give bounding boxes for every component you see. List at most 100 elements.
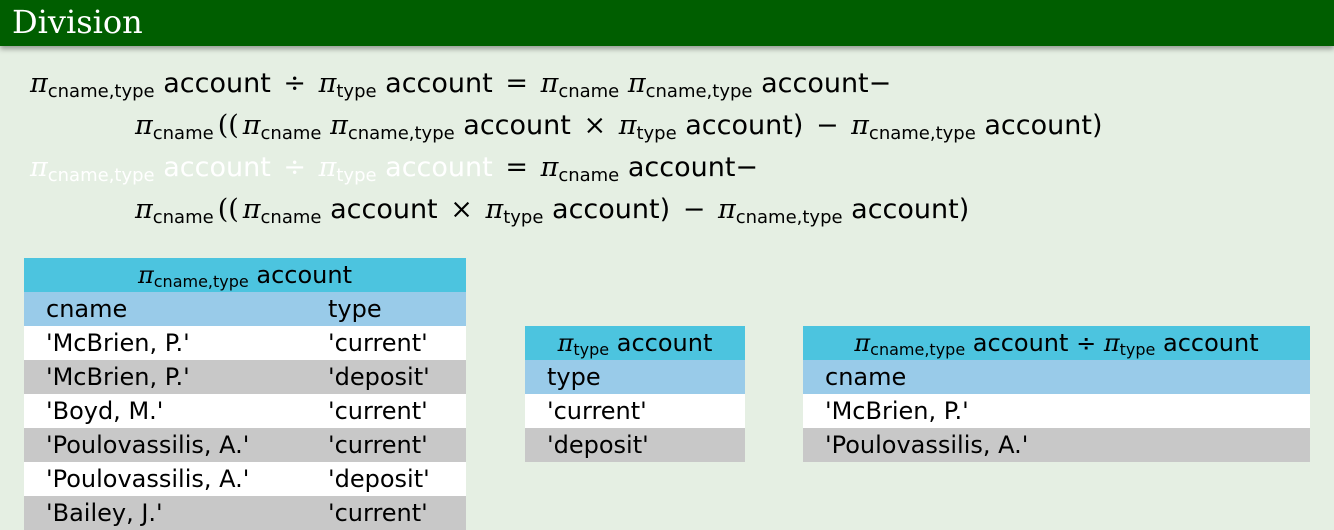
subscript: cname,type xyxy=(153,272,249,291)
division-operator: ÷ xyxy=(283,152,307,183)
pi-symbol: π xyxy=(330,110,348,141)
cell-type: 'current' xyxy=(306,496,466,530)
table-header: πcname,type account ÷ πtype account xyxy=(803,326,1310,360)
relation-name: account xyxy=(256,261,353,289)
subscript: type xyxy=(636,123,677,144)
relation-name: account) xyxy=(851,194,970,225)
subscript: cname xyxy=(558,165,620,186)
subscript: cname xyxy=(152,207,214,228)
relation-name: account xyxy=(616,329,713,357)
relation-name: account xyxy=(330,194,438,225)
table-row: 'Bailey, J.' 'current' xyxy=(24,496,466,530)
relation-name: account xyxy=(972,329,1069,357)
subscript: cname,type xyxy=(868,123,976,144)
cell-type: 'current' xyxy=(306,326,466,360)
table-row: 'current' xyxy=(525,394,745,428)
table-type-projection: πtype account type 'current' 'deposit' xyxy=(525,326,745,462)
cell-cname: 'McBrien, P.' xyxy=(24,326,306,360)
pi-symbol: π xyxy=(30,152,48,183)
pi-symbol: π xyxy=(557,329,574,357)
table-row: 'Poulovassilis, A.' 'deposit' xyxy=(24,462,466,496)
cell-type: 'current' xyxy=(525,394,745,428)
cell-type: 'current' xyxy=(306,394,466,428)
pi-symbol: π xyxy=(627,68,646,99)
pi-symbol: π xyxy=(135,194,153,225)
pi-symbol: π xyxy=(485,194,504,225)
table-row: 'Poulovassilis, A.' xyxy=(803,428,1310,462)
relation-name: account xyxy=(163,152,271,183)
product-operator: × xyxy=(583,110,607,141)
table-header: πtype account xyxy=(525,326,745,360)
table-row: 'McBrien, P.' 'deposit' xyxy=(24,360,466,394)
equals-operator: = xyxy=(505,68,528,99)
table-row: 'Boyd, M.' 'current' xyxy=(24,394,466,428)
product-operator: × xyxy=(450,194,473,225)
relation-name: account) xyxy=(685,110,804,141)
relation-name: account− xyxy=(627,152,759,183)
equation-line-2: πcname((πcname πcname,type account × πty… xyxy=(135,108,1103,144)
relation-name: account) xyxy=(552,194,671,225)
pi-symbol: π xyxy=(1103,329,1120,357)
pi-symbol: π xyxy=(135,110,153,141)
pi-symbol: π xyxy=(30,68,48,99)
pi-symbol: π xyxy=(854,329,871,357)
subscript: cname xyxy=(260,123,322,144)
column-header-type: type xyxy=(306,292,466,326)
pi-symbol: π xyxy=(137,261,154,289)
division-operator: ÷ xyxy=(283,68,307,99)
cell-type: 'current' xyxy=(306,428,466,462)
subscript: cname,type xyxy=(47,165,155,186)
table-header: πcname,type account xyxy=(24,258,466,292)
cell-cname: 'Boyd, M.' xyxy=(24,394,306,428)
pi-symbol: π xyxy=(540,68,559,99)
subscript: cname xyxy=(260,207,322,228)
table-row: 'McBrien, P.' 'current' xyxy=(24,326,466,360)
cell-cname: 'Poulovassilis, A.' xyxy=(24,462,306,496)
pi-symbol: π xyxy=(318,68,337,99)
subscript: type xyxy=(573,340,610,359)
relation-name: account xyxy=(163,68,271,99)
table-division-result: πcname,type account ÷ πtype account cnam… xyxy=(803,326,1310,462)
pi-symbol: π xyxy=(540,152,559,183)
subscript: cname xyxy=(558,81,620,102)
cell-type: 'deposit' xyxy=(306,360,466,394)
minus-operator: − xyxy=(682,194,706,225)
title-bar: Division xyxy=(0,0,1334,46)
relation-name: account− xyxy=(761,68,892,99)
subscript: type xyxy=(503,207,544,228)
column-header-type: type xyxy=(525,360,745,394)
cell-cname: 'Poulovassilis, A.' xyxy=(803,428,1310,462)
subscript: cname,type xyxy=(645,81,753,102)
table-account-projection: πcname,type account cname type 'McBrien,… xyxy=(24,258,466,530)
pi-symbol: π xyxy=(242,194,261,225)
column-header-cname: cname xyxy=(24,292,306,326)
division-operator: ÷ xyxy=(1076,329,1097,357)
equation-line-1: πcname,type account ÷ πtype account = πc… xyxy=(30,66,891,102)
pi-symbol: π xyxy=(851,110,869,141)
table-row: 'deposit' xyxy=(525,428,745,462)
cell-cname: 'McBrien, P.' xyxy=(803,394,1310,428)
pi-symbol: π xyxy=(242,110,261,141)
cell-cname: 'McBrien, P.' xyxy=(24,360,306,394)
minus-operator: − xyxy=(815,110,839,141)
relation-name: account) xyxy=(984,110,1103,141)
cell-type: 'deposit' xyxy=(525,428,745,462)
subscript: cname,type xyxy=(47,81,155,102)
equals-operator: = xyxy=(505,152,528,183)
subscript: type xyxy=(336,81,377,102)
subscript: cname,type xyxy=(347,123,455,144)
relation-name: account xyxy=(385,152,493,183)
relation-name: account xyxy=(1162,329,1259,357)
column-header-cname: cname xyxy=(803,360,1310,394)
equation-line-4: πcname((πcname account × πtype account) … xyxy=(135,192,969,228)
table-row: 'McBrien, P.' xyxy=(803,394,1310,428)
pi-symbol: π xyxy=(318,152,337,183)
table-row: 'Poulovassilis, A.' 'current' xyxy=(24,428,466,462)
relation-name: account xyxy=(385,68,493,99)
cell-cname: 'Bailey, J.' xyxy=(24,496,306,530)
open-paren: (( xyxy=(217,194,239,225)
open-paren: (( xyxy=(217,110,239,141)
pi-symbol: π xyxy=(618,110,637,141)
subscript: type xyxy=(336,165,377,186)
subscript: type xyxy=(1119,340,1156,359)
